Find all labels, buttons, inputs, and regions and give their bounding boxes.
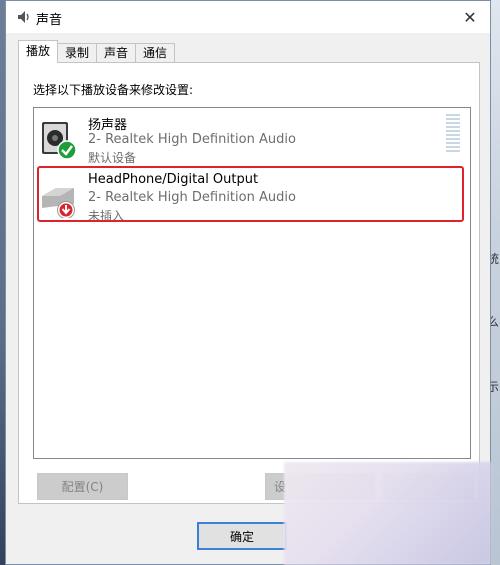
- tab-recording[interactable]: 录制: [57, 43, 98, 63]
- device-name: 扬声器: [88, 118, 128, 133]
- title-bar[interactable]: 声音 ✕: [6, 1, 490, 33]
- tab-sounds[interactable]: 声音: [96, 43, 137, 63]
- tab-strip: 播放 录制 声音 通信: [18, 40, 176, 63]
- blurred-region: [284, 462, 491, 565]
- checkmark-badge-icon: [57, 140, 77, 160]
- volume-level-meter: [446, 114, 460, 156]
- close-icon[interactable]: ✕: [450, 1, 490, 33]
- highlight-annotation-box: [37, 166, 464, 222]
- tab-playback[interactable]: 播放: [18, 40, 59, 63]
- device-list[interactable]: 扬声器 2- Realtek High Definition Audio 默认设…: [33, 107, 471, 459]
- instruction-text: 选择以下播放设备来修改设置:: [33, 83, 194, 97]
- window-title: 声音: [36, 13, 63, 28]
- configure-button[interactable]: 配置(C): [37, 473, 128, 500]
- playback-panel: 选择以下播放设备来修改设置: 扬声器 2- Realtek High Defin…: [18, 62, 480, 504]
- tab-communications[interactable]: 通信: [135, 43, 176, 63]
- device-driver: 2- Realtek High Definition Audio: [88, 132, 296, 147]
- device-item-speakers[interactable]: 扬声器 2- Realtek High Definition Audio 默认设…: [34, 108, 470, 165]
- speaker-app-icon: [18, 11, 29, 23]
- speaker-icon: [42, 122, 77, 160]
- ok-button[interactable]: 确定: [197, 522, 287, 550]
- device-status: 默认设备: [88, 151, 137, 165]
